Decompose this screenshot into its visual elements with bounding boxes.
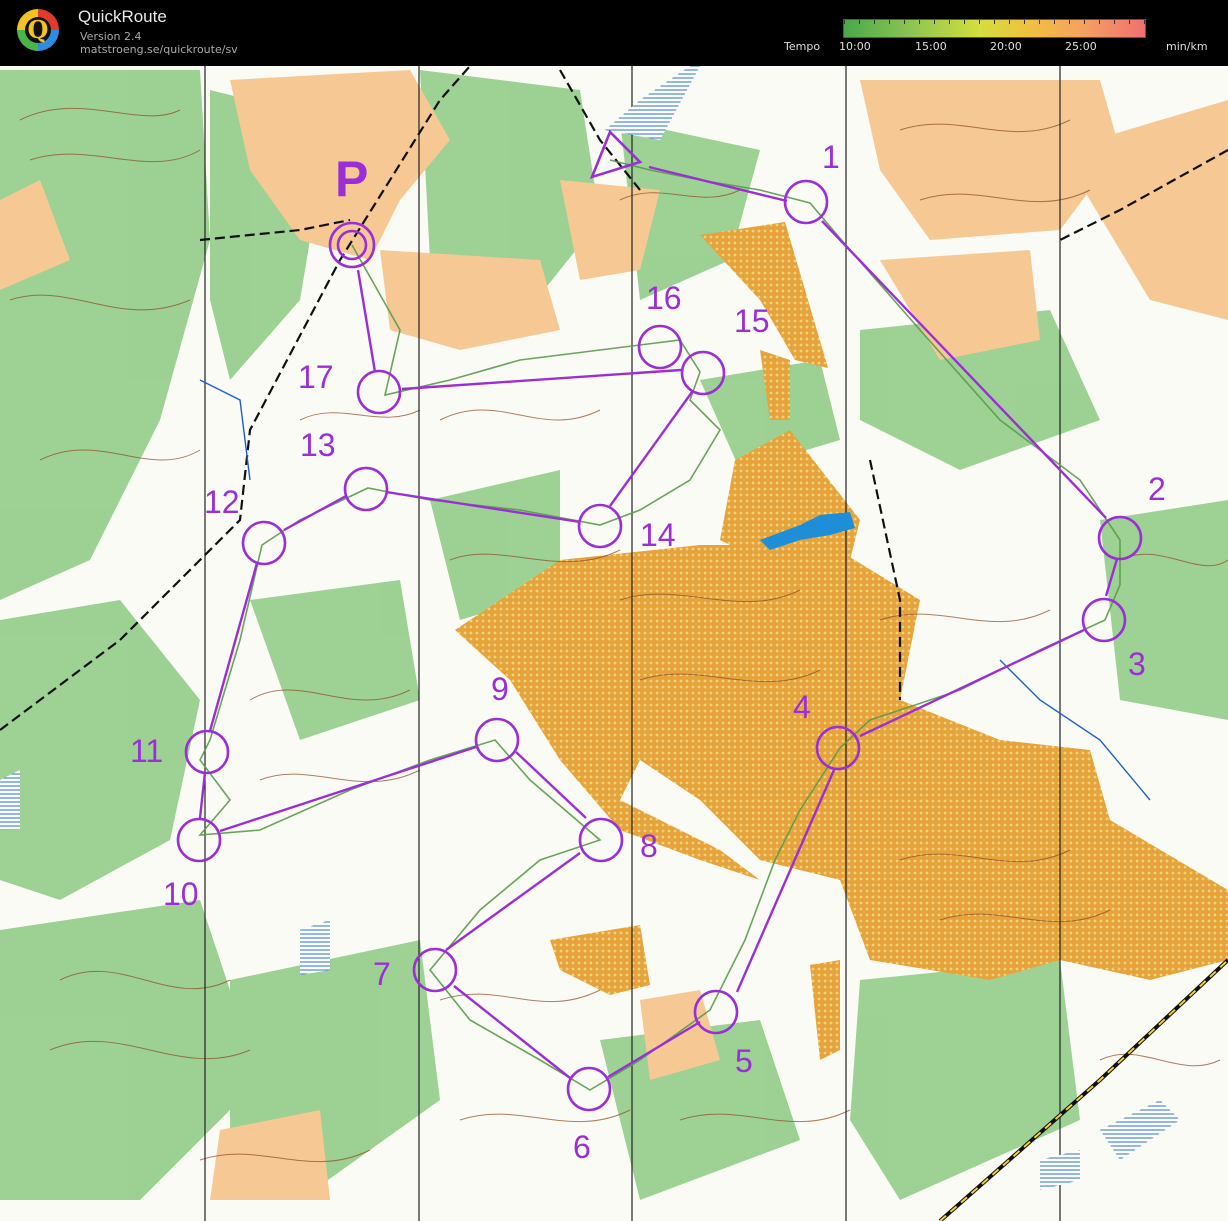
tempo-color-scale — [843, 19, 1146, 38]
control-label-7: 7 — [373, 956, 391, 992]
control-label-6: 6 — [573, 1129, 591, 1165]
control-label-16: 16 — [646, 280, 682, 316]
control-label-5: 5 — [735, 1043, 753, 1079]
tempo-unit: min/km — [1166, 40, 1208, 53]
control-label-12: 12 — [204, 484, 240, 520]
tempo-tick: 20:00 — [990, 40, 1022, 53]
app-title: QuickRoute — [78, 7, 167, 26]
app-url[interactable]: matstroeng.se/quickroute/sv — [80, 43, 238, 56]
tempo-tick: 25:00 — [1065, 40, 1097, 53]
tempo-tick: 15:00 — [915, 40, 947, 53]
control-label-14: 14 — [640, 517, 676, 553]
orienteering-map[interactable]: P 1 2 3 4 5 6 7 8 9 10 11 12 13 14 15 16… — [0, 66, 1228, 1221]
control-label-10: 10 — [163, 876, 199, 912]
app-version: Version 2.4 — [80, 30, 142, 43]
control-label-8: 8 — [640, 828, 658, 864]
start-label: P — [335, 151, 368, 207]
tempo-tick: 10:00 — [839, 40, 871, 53]
control-label-3: 3 — [1128, 646, 1146, 682]
control-label-15: 15 — [734, 303, 770, 339]
tempo-label: Tempo — [784, 40, 821, 53]
control-label-9: 9 — [491, 671, 509, 707]
quickroute-logo-icon: Q — [17, 9, 59, 51]
control-label-4: 4 — [793, 689, 811, 725]
control-label-11: 11 — [130, 733, 163, 769]
logo-letter: Q — [28, 15, 49, 44]
control-label-2: 2 — [1148, 471, 1166, 507]
control-label-13: 13 — [300, 427, 336, 463]
app-header: Q QuickRoute Version 2.4 matstroeng.se/q… — [0, 0, 1228, 66]
control-label-17: 17 — [298, 359, 334, 395]
control-label-1: 1 — [822, 139, 840, 175]
